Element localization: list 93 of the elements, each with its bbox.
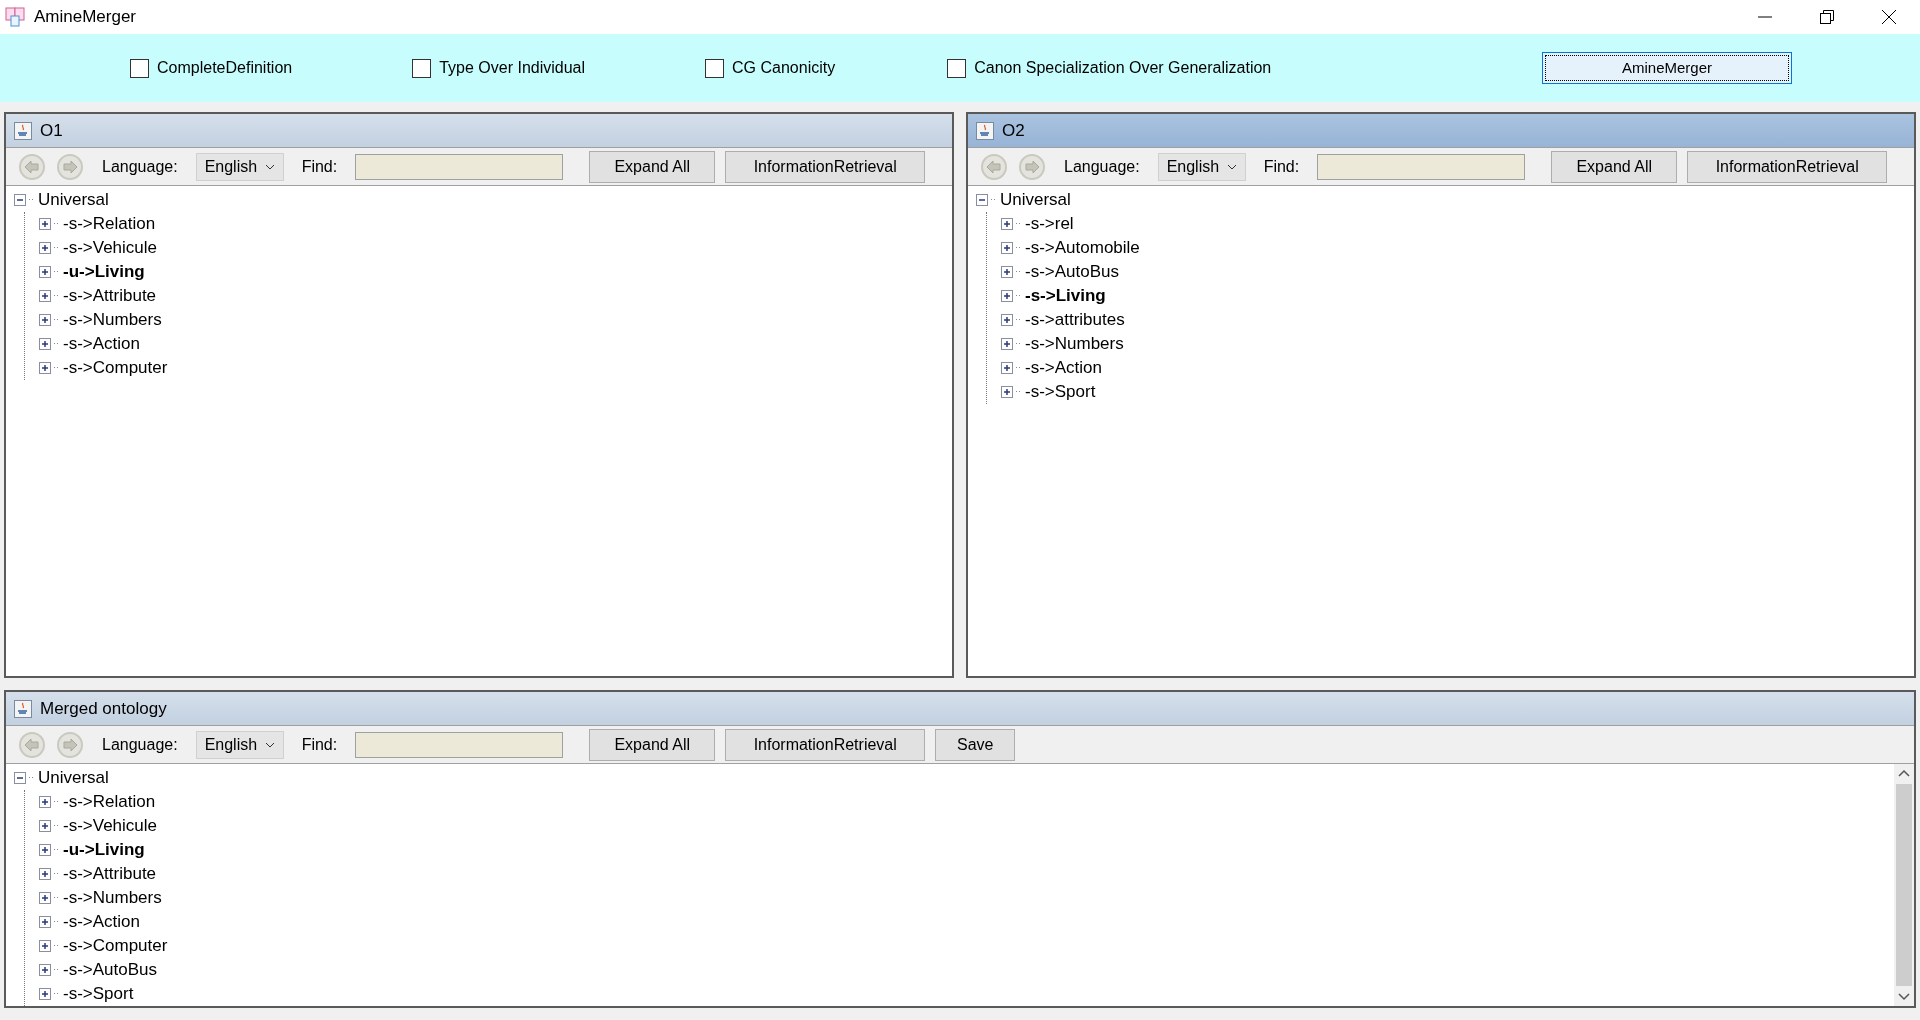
expand-icon[interactable]	[1001, 338, 1013, 350]
expand-icon[interactable]	[39, 916, 51, 928]
expand-icon[interactable]	[1001, 314, 1013, 326]
find-label: Find:	[1263, 156, 1300, 177]
window-title: AmineMerger	[34, 6, 137, 29]
chevron-down-icon	[1226, 163, 1237, 170]
tree-node[interactable]: -s->Action	[1025, 355, 1102, 381]
expand-icon[interactable]	[39, 266, 51, 278]
tree-node[interactable]: -s->Relation	[63, 211, 156, 237]
language-label: Language:	[102, 734, 178, 755]
tree-node[interactable]: -s->Computer	[63, 355, 168, 381]
tree-node[interactable]: -s->rel	[1025, 211, 1074, 237]
language-label: Language:	[1064, 156, 1140, 177]
tree-node[interactable]: -s->attributes	[1025, 307, 1125, 333]
panel-title: O1	[40, 119, 63, 142]
find-field[interactable]	[355, 731, 564, 758]
tree-node[interactable]: -s->Numbers	[1025, 331, 1124, 357]
tree-node[interactable]: -s->Action	[63, 909, 140, 935]
option-checkbox[interactable]: Type Over Individual	[412, 56, 586, 80]
option-checkbox[interactable]: CG Canonicity	[705, 56, 836, 80]
collapse-icon[interactable]	[976, 194, 988, 206]
expand-icon[interactable]	[1001, 362, 1013, 374]
toolbar-button[interactable]: Save	[935, 728, 1016, 761]
tree-node[interactable]: -s->Numbers	[63, 307, 162, 333]
expand-icon[interactable]	[39, 796, 51, 808]
expand-icon[interactable]	[39, 242, 51, 254]
toolbar-button[interactable]: InformationRetrieval	[725, 728, 926, 761]
language-dropdown[interactable]: English	[195, 730, 284, 759]
expand-icon[interactable]	[39, 820, 51, 832]
expand-icon[interactable]	[1001, 218, 1013, 230]
tree-node[interactable]: -s->Automobile	[1025, 235, 1140, 261]
expand-icon[interactable]	[39, 964, 51, 976]
tree-node[interactable]: -s->Relation	[63, 789, 156, 815]
expand-icon[interactable]	[39, 940, 51, 952]
expand-icon[interactable]	[39, 868, 51, 880]
tree-node[interactable]: Universal	[38, 187, 109, 213]
find-field[interactable]	[1317, 153, 1526, 180]
tree-node[interactable]: Universal	[38, 765, 109, 791]
language-dropdown[interactable]: English	[1157, 152, 1246, 181]
panel-title: O2	[1002, 119, 1025, 142]
merge-button[interactable]: AmineMerger	[1542, 52, 1792, 84]
expand-icon[interactable]	[1001, 266, 1013, 278]
find-label: Find:	[301, 734, 338, 755]
expand-icon[interactable]	[39, 290, 51, 302]
collapse-icon[interactable]	[14, 194, 26, 206]
panel-title: Merged ontology	[40, 697, 167, 720]
tree-node[interactable]: Universal	[1000, 187, 1071, 213]
app-icon	[14, 699, 32, 718]
app-logo-icon	[4, 6, 26, 28]
close-icon[interactable]	[1882, 10, 1896, 24]
toolbar-button[interactable]: InformationRetrieval	[1687, 150, 1888, 183]
option-checkbox[interactable]: CompleteDefinition	[130, 56, 293, 80]
tree-node[interactable]: -s->Attribute	[63, 283, 157, 309]
tree-node[interactable]: -s->Sport	[63, 981, 134, 1006]
expand-icon[interactable]	[39, 338, 51, 350]
tree-node[interactable]: -s->Action	[63, 331, 140, 357]
restore-icon[interactable]	[1820, 10, 1834, 24]
language-dropdown[interactable]: English	[195, 152, 284, 181]
tree-node[interactable]: -u->Living	[63, 837, 145, 863]
toolbar-button[interactable]: Expand All	[589, 150, 716, 183]
toolbar-button[interactable]: Expand All	[1551, 150, 1678, 183]
option-checkbox[interactable]: Canon Specialization Over Generalization	[947, 56, 1272, 80]
expand-icon[interactable]	[39, 988, 51, 1000]
find-field[interactable]	[355, 153, 564, 180]
expand-icon[interactable]	[39, 218, 51, 230]
expand-icon[interactable]	[39, 314, 51, 326]
tree-node[interactable]: -s->Computer	[63, 933, 168, 959]
tree-node[interactable]: -s->Sport	[1025, 379, 1096, 405]
tree-node[interactable]: -s->AutoBus	[1025, 259, 1119, 285]
expand-icon[interactable]	[1001, 242, 1013, 254]
tree-node[interactable]: -s->AutoBus	[63, 957, 157, 983]
chevron-down-icon	[264, 163, 275, 170]
scrollbar-thumb[interactable]	[1896, 784, 1912, 986]
toolbar-button[interactable]: InformationRetrieval	[725, 150, 926, 183]
language-label: Language:	[102, 156, 178, 177]
expand-icon[interactable]	[39, 362, 51, 374]
expand-icon[interactable]	[39, 892, 51, 904]
expand-icon[interactable]	[39, 844, 51, 856]
tree-node[interactable]: -u->Living	[63, 259, 145, 285]
tree-node[interactable]: -s->Numbers	[63, 885, 162, 911]
app-icon	[976, 121, 994, 140]
tree-node[interactable]: -s->Attribute	[63, 861, 157, 887]
collapse-icon[interactable]	[14, 772, 26, 784]
app-icon	[14, 121, 32, 140]
expand-icon[interactable]	[1001, 290, 1013, 302]
scrollbar[interactable]	[1894, 764, 1914, 1006]
toolbar-button[interactable]: Expand All	[589, 728, 716, 761]
chevron-down-icon	[264, 741, 275, 748]
tree-node[interactable]: -s->Living	[1025, 283, 1106, 309]
expand-icon[interactable]	[1001, 386, 1013, 398]
tree-node[interactable]: -s->Vehicule	[63, 235, 158, 261]
find-label: Find:	[301, 156, 338, 177]
tree-node[interactable]: -s->Vehicule	[63, 813, 158, 839]
